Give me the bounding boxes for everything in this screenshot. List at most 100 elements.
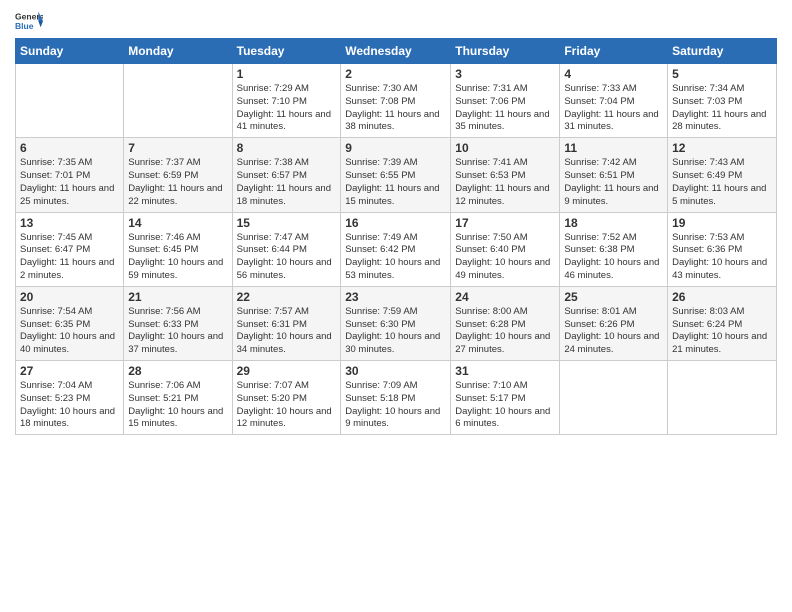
- calendar-cell: 12Sunrise: 7:43 AM Sunset: 6:49 PM Dayli…: [668, 138, 777, 212]
- day-number: 18: [564, 216, 663, 230]
- day-number: 6: [20, 141, 119, 155]
- day-info: Sunrise: 7:31 AM Sunset: 7:06 PM Dayligh…: [455, 83, 555, 134]
- calendar-header-row: SundayMondayTuesdayWednesdayThursdayFrid…: [16, 39, 777, 64]
- calendar-header-monday: Monday: [124, 39, 232, 64]
- calendar-header-thursday: Thursday: [451, 39, 560, 64]
- day-info: Sunrise: 7:10 AM Sunset: 5:17 PM Dayligh…: [455, 380, 555, 431]
- calendar-week-row: 27 Sunrise: 7:04 AM Sunset: 5:23 PM Dayli…: [16, 361, 777, 435]
- day-number: 27: [20, 364, 119, 378]
- day-number: 15: [237, 216, 337, 230]
- calendar-cell: 3 Sunrise: 7:31 AM Sunset: 7:06 PM Daylig…: [451, 64, 560, 138]
- day-number: 14: [128, 216, 227, 230]
- day-info: Sunrise: 7:33 AM Sunset: 7:04 PM Dayligh…: [564, 83, 663, 134]
- day-info: Sunrise: 7:06 AM Sunset: 5:21 PM Dayligh…: [128, 380, 227, 431]
- calendar-cell: 10 Sunrise: 7:41 AM Sunset: 6:53 PM Dayli…: [451, 138, 560, 212]
- day-number: 10: [455, 141, 555, 155]
- page: General Blue SundayMondayTuesdayWednesda…: [0, 0, 792, 612]
- day-number: 29: [237, 364, 337, 378]
- header: General Blue: [15, 10, 777, 32]
- day-info: Sunrise: 7:30 AM Sunset: 7:08 PM Dayligh…: [345, 83, 446, 134]
- calendar-cell: [560, 361, 668, 435]
- day-number: 5: [672, 67, 772, 81]
- calendar-cell: 23Sunrise: 7:59 AM Sunset: 6:30 PM Dayli…: [341, 286, 451, 360]
- day-info: Sunrise: 7:37 AM Sunset: 6:59 PM Dayligh…: [128, 157, 227, 208]
- calendar-cell: 11Sunrise: 7:42 AM Sunset: 6:51 PM Dayli…: [560, 138, 668, 212]
- day-info: Sunrise: 7:39 AM Sunset: 6:55 PM Dayligh…: [345, 157, 446, 208]
- day-info: Sunrise: 7:38 AM Sunset: 6:57 PM Dayligh…: [237, 157, 337, 208]
- calendar-cell: 14Sunrise: 7:46 AM Sunset: 6:45 PM Dayli…: [124, 212, 232, 286]
- day-info: Sunrise: 7:29 AM Sunset: 7:10 PM Dayligh…: [237, 83, 337, 134]
- day-number: 1: [237, 67, 337, 81]
- svg-text:Blue: Blue: [15, 21, 34, 31]
- day-info: Sunrise: 7:52 AM Sunset: 6:38 PM Dayligh…: [564, 232, 663, 283]
- day-info: Sunrise: 7:04 AM Sunset: 5:23 PM Dayligh…: [20, 380, 119, 431]
- day-number: 8: [237, 141, 337, 155]
- day-number: 16: [345, 216, 446, 230]
- day-number: 4: [564, 67, 663, 81]
- day-number: 21: [128, 290, 227, 304]
- day-info: Sunrise: 7:56 AM Sunset: 6:33 PM Dayligh…: [128, 306, 227, 357]
- calendar-cell: 13 Sunrise: 7:45 AM Sunset: 6:47 PM Dayli…: [16, 212, 124, 286]
- calendar-header-sunday: Sunday: [16, 39, 124, 64]
- day-number: 13: [20, 216, 119, 230]
- calendar-header-tuesday: Tuesday: [232, 39, 341, 64]
- day-number: 26: [672, 290, 772, 304]
- calendar-cell: 15 Sunrise: 7:47 AM Sunset: 6:44 PM Dayli…: [232, 212, 341, 286]
- day-number: 23: [345, 290, 446, 304]
- day-info: Sunrise: 7:42 AM Sunset: 6:51 PM Dayligh…: [564, 157, 663, 208]
- calendar-cell: 9 Sunrise: 7:39 AM Sunset: 6:55 PM Daylig…: [341, 138, 451, 212]
- logo-icon: General Blue: [15, 10, 43, 32]
- calendar-cell: 22Sunrise: 7:57 AM Sunset: 6:31 PM Dayli…: [232, 286, 341, 360]
- day-number: 31: [455, 364, 555, 378]
- day-number: 19: [672, 216, 772, 230]
- calendar-cell: 17 Sunrise: 7:50 AM Sunset: 6:40 PM Dayli…: [451, 212, 560, 286]
- calendar-cell: 20 Sunrise: 7:54 AM Sunset: 6:35 PM Dayli…: [16, 286, 124, 360]
- day-info: Sunrise: 7:09 AM Sunset: 5:18 PM Dayligh…: [345, 380, 446, 431]
- logo: General Blue: [15, 10, 43, 32]
- calendar-cell: 27 Sunrise: 7:04 AM Sunset: 5:23 PM Dayli…: [16, 361, 124, 435]
- calendar-cell: 25 Sunrise: 8:01 AM Sunset: 6:26 PM Dayli…: [560, 286, 668, 360]
- calendar-cell: 26 Sunrise: 8:03 AM Sunset: 6:24 PM Dayli…: [668, 286, 777, 360]
- calendar-week-row: 13 Sunrise: 7:45 AM Sunset: 6:47 PM Dayli…: [16, 212, 777, 286]
- day-info: Sunrise: 8:00 AM Sunset: 6:28 PM Dayligh…: [455, 306, 555, 357]
- calendar-cell: 16 Sunrise: 7:49 AM Sunset: 6:42 PM Dayli…: [341, 212, 451, 286]
- day-number: 17: [455, 216, 555, 230]
- calendar-cell: 6 Sunrise: 7:35 AM Sunset: 7:01 PM Daylig…: [16, 138, 124, 212]
- calendar: SundayMondayTuesdayWednesdayThursdayFrid…: [15, 38, 777, 435]
- calendar-cell: 28 Sunrise: 7:06 AM Sunset: 5:21 PM Dayli…: [124, 361, 232, 435]
- calendar-cell: 8 Sunrise: 7:38 AM Sunset: 6:57 PM Daylig…: [232, 138, 341, 212]
- calendar-cell: 4 Sunrise: 7:33 AM Sunset: 7:04 PM Daylig…: [560, 64, 668, 138]
- day-number: 7: [128, 141, 227, 155]
- calendar-header-wednesday: Wednesday: [341, 39, 451, 64]
- day-number: 20: [20, 290, 119, 304]
- day-info: Sunrise: 7:54 AM Sunset: 6:35 PM Dayligh…: [20, 306, 119, 357]
- day-number: 30: [345, 364, 446, 378]
- calendar-cell: 24 Sunrise: 8:00 AM Sunset: 6:28 PM Dayli…: [451, 286, 560, 360]
- day-info: Sunrise: 7:07 AM Sunset: 5:20 PM Dayligh…: [237, 380, 337, 431]
- day-info: Sunrise: 7:50 AM Sunset: 6:40 PM Dayligh…: [455, 232, 555, 283]
- day-number: 24: [455, 290, 555, 304]
- calendar-week-row: 20 Sunrise: 7:54 AM Sunset: 6:35 PM Dayli…: [16, 286, 777, 360]
- day-info: Sunrise: 7:43 AM Sunset: 6:49 PM Dayligh…: [672, 157, 772, 208]
- calendar-cell: 2 Sunrise: 7:30 AM Sunset: 7:08 PM Daylig…: [341, 64, 451, 138]
- calendar-cell: [124, 64, 232, 138]
- day-info: Sunrise: 8:01 AM Sunset: 6:26 PM Dayligh…: [564, 306, 663, 357]
- calendar-cell: 31 Sunrise: 7:10 AM Sunset: 5:17 PM Dayli…: [451, 361, 560, 435]
- day-number: 3: [455, 67, 555, 81]
- day-info: Sunrise: 8:03 AM Sunset: 6:24 PM Dayligh…: [672, 306, 772, 357]
- day-number: 2: [345, 67, 446, 81]
- calendar-header-friday: Friday: [560, 39, 668, 64]
- day-info: Sunrise: 7:53 AM Sunset: 6:36 PM Dayligh…: [672, 232, 772, 283]
- day-info: Sunrise: 7:35 AM Sunset: 7:01 PM Dayligh…: [20, 157, 119, 208]
- day-number: 9: [345, 141, 446, 155]
- calendar-cell: [668, 361, 777, 435]
- calendar-cell: 29 Sunrise: 7:07 AM Sunset: 5:20 PM Dayli…: [232, 361, 341, 435]
- day-info: Sunrise: 7:45 AM Sunset: 6:47 PM Dayligh…: [20, 232, 119, 283]
- day-info: Sunrise: 7:49 AM Sunset: 6:42 PM Dayligh…: [345, 232, 446, 283]
- calendar-cell: 30 Sunrise: 7:09 AM Sunset: 5:18 PM Dayli…: [341, 361, 451, 435]
- day-info: Sunrise: 7:41 AM Sunset: 6:53 PM Dayligh…: [455, 157, 555, 208]
- day-info: Sunrise: 7:47 AM Sunset: 6:44 PM Dayligh…: [237, 232, 337, 283]
- day-number: 28: [128, 364, 227, 378]
- calendar-header-saturday: Saturday: [668, 39, 777, 64]
- day-number: 25: [564, 290, 663, 304]
